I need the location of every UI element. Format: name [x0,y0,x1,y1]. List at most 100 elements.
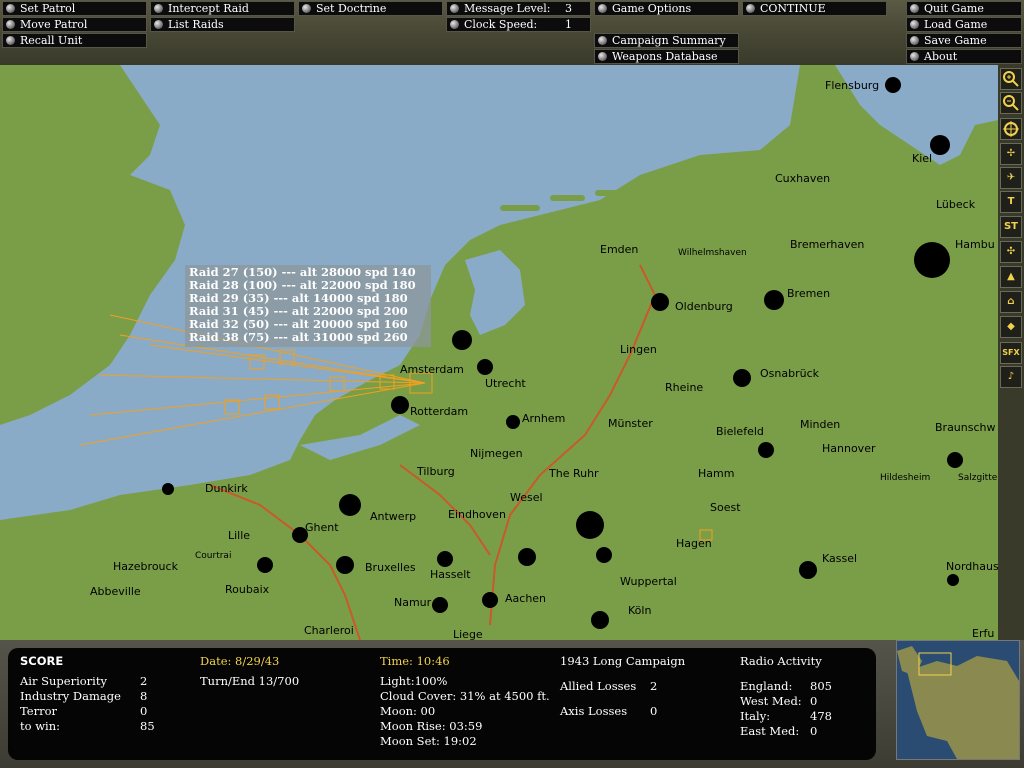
cloud-cover-readout: Cloud Cover: 31% at 4500 ft. [380,689,550,703]
frisian-island [500,205,540,211]
fighter-icon[interactable]: ▲ [1000,266,1022,288]
city-label-bielefeld: Bielefeld [716,425,764,438]
button-knob-icon [154,20,163,29]
turn-end-readout: Turn/End 13/700 [200,674,300,688]
city-label-wuppertal: Wuppertal [620,575,677,588]
city-label-braunschweig: Braunschw [935,421,996,434]
city-label-namur: Namur [394,596,432,609]
city-label-dunkirk: Dunkirk [205,482,248,495]
intercept-raid-button[interactable]: Intercept Raid [150,1,295,16]
score-title: SCORE [20,654,64,668]
campaign-name: 1943 Long Campaign [560,654,686,668]
sfx-button[interactable]: SFX [1000,342,1022,364]
city-label-amsterdam: Amsterdam [400,363,464,376]
overview-minimap[interactable] [896,640,1020,760]
clock-speed-value: 1 [565,18,572,31]
city-label-tilburg: Tilburg [416,465,455,478]
city-label-kassel: Kassel [822,552,857,565]
moon-readout: Moon: 00 [380,704,436,718]
frisian-island [550,195,585,201]
move-patrol-button[interactable]: Move Patrol [2,17,147,32]
england-label: England: [740,679,793,693]
allied-losses-label: Allied Losses [560,679,637,693]
time-readout: Time: 10:46 [380,654,450,668]
message-level-button[interactable]: Message Level: 3 [446,1,591,16]
music-note-icon[interactable]: ♪ [1000,366,1022,388]
button-knob-icon [910,36,919,45]
button-knob-icon [910,4,919,13]
city-label-liege: Liege [453,628,483,640]
clock-speed-button[interactable]: Clock Speed: 1 [446,17,591,32]
game-options-button[interactable]: Game Options [594,1,739,16]
flak-icon[interactable]: ✣ [1000,241,1022,263]
city-label-hamm: Hamm [698,467,734,480]
tank-icon[interactable]: ◆ [1000,316,1022,338]
west-med-label: West Med: [740,694,802,708]
date-readout: Date: 8/29/43 [200,654,280,668]
city-label-cuxhaven: Cuxhaven [775,172,830,185]
city-label-koln: Köln [628,604,651,617]
button-knob-icon [6,4,15,13]
target-filter-button[interactable]: T [1000,191,1022,213]
frisian-island [595,190,625,196]
city-label-erfurt: Erfu [972,627,994,640]
city-label-abbeville: Abbeville [90,585,141,598]
weapons-database-button[interactable]: Weapons Database [594,49,739,64]
air-superiority-value: 2 [140,674,148,688]
continue-button[interactable]: CONTINUE [742,1,887,16]
city-label-wesel: Wesel [510,491,543,504]
button-knob-icon [6,36,15,45]
map-terrain: Flensburg Kiel Lübeck Cuxhaven Hambu Emd… [0,65,998,640]
city-label-eindhoven: Eindhoven [448,508,506,521]
load-game-button[interactable]: Load Game [906,17,1022,32]
city-label-osnabruck: Osnabrück [760,367,820,380]
campaign-summary-button[interactable]: Campaign Summary [594,33,739,48]
quit-game-button[interactable]: Quit Game [906,1,1022,16]
zoom-out-icon[interactable] [1000,92,1022,114]
city-label-roubaix: Roubaix [225,583,270,596]
about-button[interactable]: About [906,49,1022,64]
city-label-lubeck: Lübeck [936,198,976,211]
to-win-value: 85 [140,719,155,733]
allied-losses-value: 2 [650,679,658,693]
button-knob-icon [910,20,919,29]
city-label-oldenburg: Oldenburg [675,300,733,313]
button-knob-icon [154,4,163,13]
axis-losses-label: Axis Losses [560,704,628,718]
city-label-nordhausen: Nordhausen [946,560,998,573]
city-label-hagen: Hagen [676,537,712,550]
city-label-munster: Münster [608,417,653,430]
raid-line[interactable]: Raid 38 (75) --- alt 31000 spd 260 [189,331,408,344]
message-level-value: 3 [565,2,572,15]
city-label-wilhelmshaven: Wilhelmshaven [678,248,747,258]
radar-icon[interactable]: ✈ [1000,167,1022,189]
city-label-hasselt: Hasselt [430,568,471,581]
set-patrol-button[interactable]: Set Patrol [2,1,147,16]
city-label-bremerhaven: Bremerhaven [790,238,864,251]
to-win-label: to win: [20,719,61,733]
strategic-target-button[interactable]: ST [1000,216,1022,238]
recall-unit-button[interactable]: Recall Unit [2,33,147,48]
city-label-emden: Emden [600,243,638,256]
zoom-in-icon[interactable] [1000,68,1022,90]
city-label-soest: Soest [710,501,741,514]
city-label-charleroi: Charleroi [304,624,354,637]
save-game-button[interactable]: Save Game [906,33,1022,48]
light-readout: Light:100% [380,674,448,688]
crosshair-icon[interactable] [1000,118,1022,140]
button-knob-icon [910,52,919,61]
england-value: 805 [810,679,832,693]
list-raids-button[interactable]: List Raids [150,17,295,32]
city-label-salzgitter: Salzgitter [958,473,998,483]
city-label-ghent: Ghent [305,521,339,534]
east-med-label: East Med: [740,724,800,738]
tactical-map[interactable]: Flensburg Kiel Lübeck Cuxhaven Hambu Emd… [0,65,998,640]
map-tool-sidebar: ✢ ✈ T ST ✣ ▲ ⌂ ◆ SFX ♪ [998,65,1024,640]
city-label-nijmegen: Nijmegen [470,447,523,460]
city-label-flensburg: Flensburg [825,79,879,92]
city-label-bremen: Bremen [787,287,830,300]
factory-icon[interactable]: ⌂ [1000,291,1022,313]
set-doctrine-button[interactable]: Set Doctrine [298,1,443,16]
industry-damage-value: 8 [140,689,148,703]
airfield-icon[interactable]: ✢ [1000,143,1022,165]
